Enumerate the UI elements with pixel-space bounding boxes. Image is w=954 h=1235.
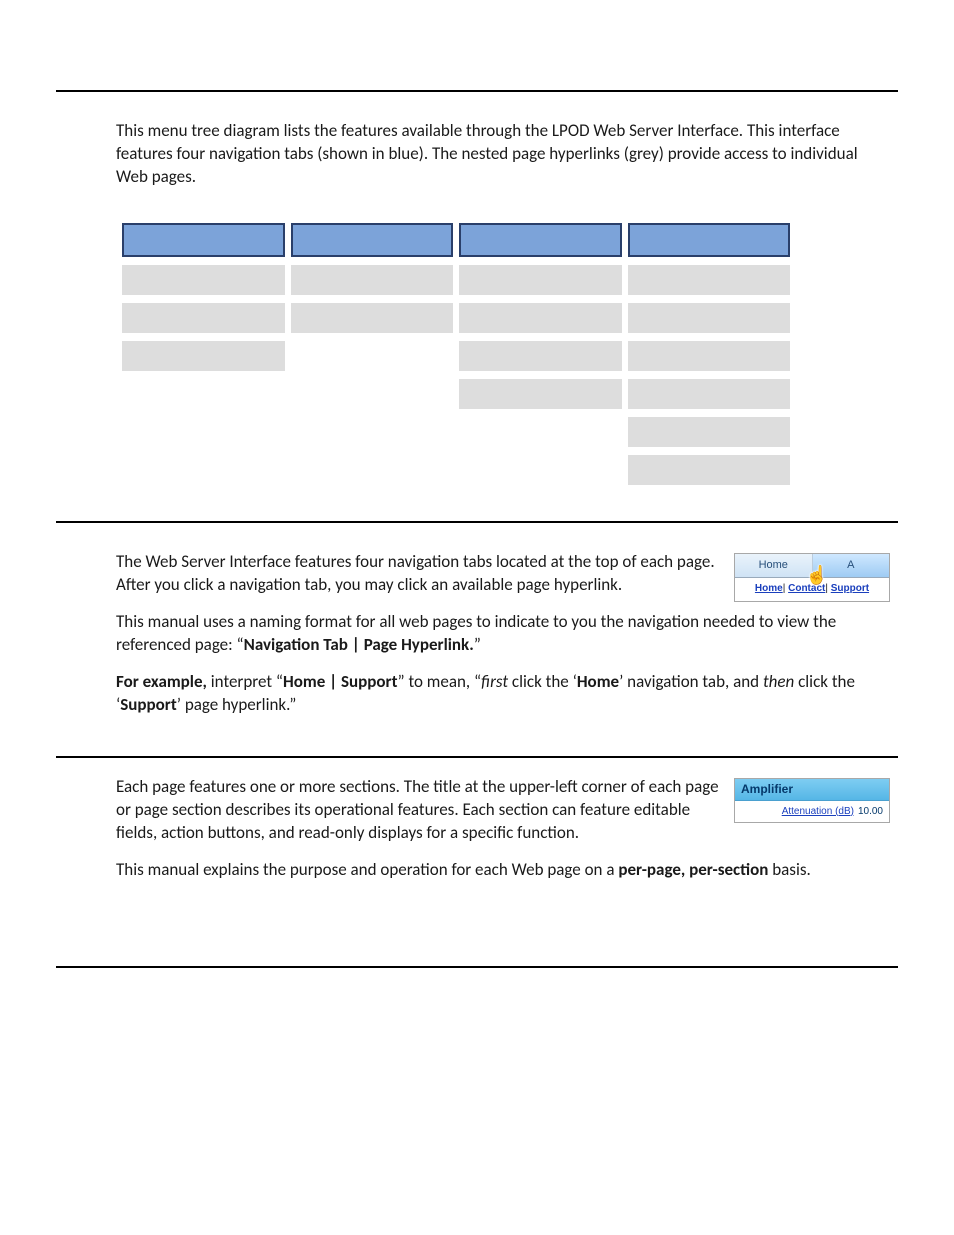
text: interpret “: [207, 671, 283, 692]
section-thumbnail-row: Attenuation (dB) 10.00: [735, 801, 889, 823]
nav-thumbnail: Home A Home| Contact| Support ☝: [734, 553, 890, 602]
page-link-cell: [459, 303, 622, 333]
section-divider: [56, 966, 898, 968]
section-divider: [56, 756, 898, 758]
text-italic: first: [481, 671, 508, 692]
sections-paragraph-2: This manual explains the purpose and ope…: [116, 859, 890, 882]
section-thumbnail-key: Attenuation (dB): [782, 805, 854, 819]
navigation-section: Home A Home| Contact| Support ☝ The Web …: [116, 551, 890, 717]
text: click the ‘: [508, 671, 577, 692]
page-link-cell: [628, 265, 791, 295]
page-link-cell: [459, 265, 622, 295]
section-thumbnail-header: Amplifier: [735, 779, 889, 800]
menu-tree-row: [122, 379, 790, 409]
text: ’ navigation tab, and: [619, 671, 763, 692]
menu-tree-row: [122, 265, 790, 295]
page-link-cell: [628, 417, 791, 447]
page-link-cell: [628, 455, 791, 485]
menu-tree-row: [122, 303, 790, 333]
text-italic: then: [763, 671, 794, 692]
page-link-cell: [291, 265, 454, 295]
empty-cell: [122, 455, 285, 485]
page-link-cell: [628, 341, 791, 371]
menu-tree-row: [122, 341, 790, 371]
page-link-cell: [459, 379, 622, 409]
text-bold: Support: [120, 694, 176, 715]
nav-paragraph-2: This manual uses a naming format for all…: [116, 611, 890, 657]
menu-tree-header-row: [122, 223, 790, 257]
page-link-cell: [122, 341, 285, 371]
page-link-cell: [459, 341, 622, 371]
text-bold: For example,: [116, 671, 207, 692]
page-link-cell: [628, 379, 791, 409]
nav-tab-cell: [122, 223, 285, 257]
text: ”: [474, 634, 481, 655]
empty-cell: [122, 379, 285, 409]
nav-tab-cell: [628, 223, 791, 257]
section-divider: [56, 90, 898, 92]
text-bold: per-page, per-section: [618, 859, 768, 880]
text-bold: Home | Support: [283, 671, 398, 692]
thumbnail-link-contact: Contact: [788, 583, 825, 594]
thumbnail-tabbar: Home A: [735, 554, 889, 578]
empty-cell: [459, 417, 622, 447]
empty-cell: [291, 455, 454, 485]
thumbnail-tab-home: Home: [735, 554, 813, 577]
nav-tab-cell: [459, 223, 622, 257]
text: ’ page hyperlink.”: [177, 694, 297, 715]
intro-block: This menu tree diagram lists the feature…: [116, 120, 890, 189]
menu-tree-row: [122, 455, 790, 485]
sections-block: Amplifier Attenuation (dB) 10.00 Each pa…: [116, 776, 890, 882]
empty-cell: [291, 341, 454, 371]
menu-tree-diagram: [116, 215, 796, 493]
text-bold: Navigation Tab | Page Hyperlink.: [244, 634, 474, 655]
page-link-cell: [291, 303, 454, 333]
section-thumbnail: Amplifier Attenuation (dB) 10.00: [734, 778, 890, 823]
thumbnail-tab-a: A: [813, 554, 890, 577]
empty-cell: [122, 417, 285, 447]
document-page: This menu tree diagram lists the feature…: [0, 0, 954, 1056]
thumbnail-link-support: Support: [831, 583, 869, 594]
page-link-cell: [628, 303, 791, 333]
page-link-cell: [122, 265, 285, 295]
nav-paragraph-3: For example, interpret “Home | Support” …: [116, 671, 890, 717]
thumbnail-links: Home| Contact| Support: [735, 578, 889, 602]
page-link-cell: [122, 303, 285, 333]
text: basis.: [768, 859, 810, 880]
thumbnail-link-home: Home: [755, 583, 783, 594]
nav-tab-cell: [291, 223, 454, 257]
empty-cell: [459, 455, 622, 485]
empty-cell: [291, 417, 454, 447]
text-bold: Home: [577, 671, 619, 692]
menu-tree-row: [122, 417, 790, 447]
text: This manual explains the purpose and ope…: [116, 859, 618, 880]
intro-paragraph: This menu tree diagram lists the feature…: [116, 120, 890, 189]
empty-cell: [291, 379, 454, 409]
section-thumbnail-value: 10.00: [858, 805, 883, 819]
text: ” to mean, “: [398, 671, 482, 692]
section-divider: [56, 521, 898, 523]
